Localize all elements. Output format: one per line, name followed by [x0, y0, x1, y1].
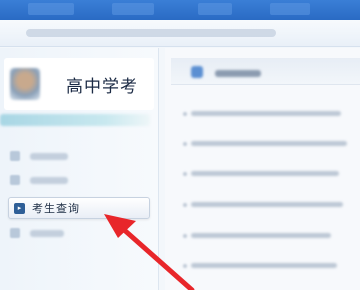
- annotation-arrow: [104, 214, 195, 290]
